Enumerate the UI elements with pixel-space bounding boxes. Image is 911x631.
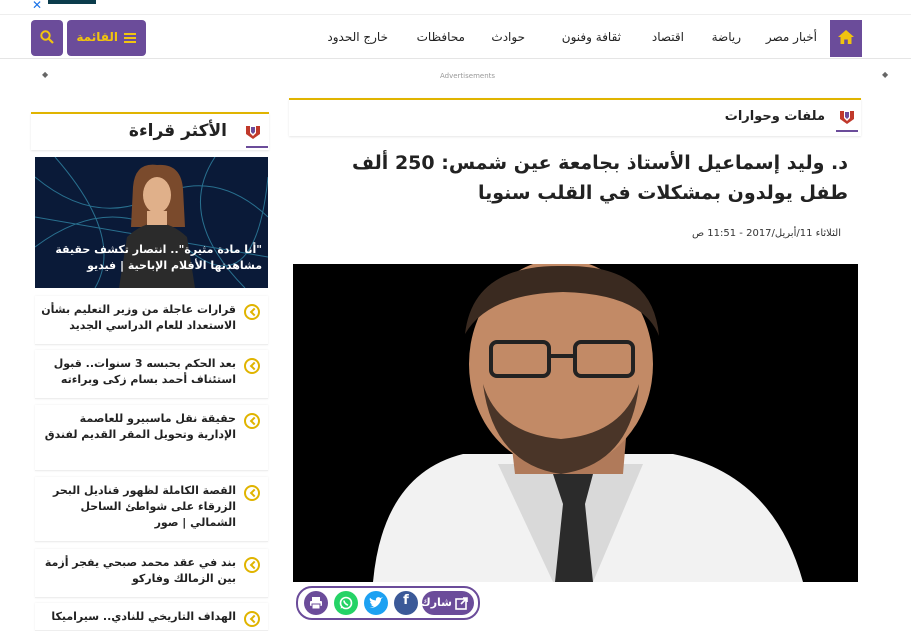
facebook-icon[interactable]: f xyxy=(394,591,418,615)
article-date: الثلاثاء 11/أبريل/2017 - 11:51 ص xyxy=(692,228,841,239)
search-button[interactable] xyxy=(31,20,63,56)
advertisements-label: Advertisements xyxy=(440,72,496,80)
featured-news-card[interactable]: "أنا مادة مثيرة".. انتصار تكشف حقيقة مشا… xyxy=(35,157,268,288)
share-label: شارك xyxy=(420,596,452,609)
site-logo-icon xyxy=(246,126,260,139)
chevron-left-icon xyxy=(244,611,260,627)
ad-close-icon[interactable]: ✕ xyxy=(32,0,42,12)
ad-scroll-icon[interactable]: ◆ xyxy=(42,70,48,79)
nav-link-sports[interactable]: رياضة xyxy=(712,30,741,44)
chevron-left-icon xyxy=(244,557,260,573)
chevron-left-icon xyxy=(244,413,260,429)
home-button[interactable] xyxy=(830,20,862,57)
nav-link-abroad[interactable]: خارج الحدود xyxy=(327,30,388,44)
list-item-title: قرارات عاجلة من وزير التعليم بشأن الاستع… xyxy=(41,303,236,332)
most-read-title: الأكثر قراءة xyxy=(128,121,227,141)
list-item-title: حقيقة نقل ماسبيرو للعاصمة الإدارية وتحوي… xyxy=(44,412,236,441)
article-photo xyxy=(293,264,858,582)
nav-link-egypt-news[interactable]: أخبار مصر xyxy=(766,30,817,44)
list-item[interactable]: حقيقة نقل ماسبيرو للعاصمة الإدارية وتحوي… xyxy=(35,405,268,471)
chevron-left-icon xyxy=(244,304,260,320)
whatsapp-icon[interactable] xyxy=(334,591,358,615)
chevron-left-icon xyxy=(244,358,260,374)
list-item-title: بعد الحكم بحبسه 3 سنوات.. قبول استئناف أ… xyxy=(53,357,236,386)
section-underline xyxy=(836,130,858,132)
nav-link-economy[interactable]: اقتصاد xyxy=(652,30,684,44)
ad-scroll-icon[interactable]: ◆ xyxy=(882,70,888,79)
list-item[interactable]: بعد الحكم بحبسه 3 سنوات.. قبول استئناف أ… xyxy=(35,350,268,399)
home-icon xyxy=(838,30,854,44)
list-item[interactable]: الهداف التاريخي للنادي.. سيراميكا xyxy=(35,603,268,631)
share-bar: شارك f xyxy=(296,586,480,620)
chevron-left-icon xyxy=(244,485,260,501)
article-title: د. وليد إسماعيل الأستاذ بجامعة عين شمس: … xyxy=(352,152,848,204)
most-read-header: الأكثر قراءة xyxy=(31,112,269,150)
twitter-icon[interactable] xyxy=(364,591,388,615)
section-title[interactable]: ملفات وحوارات xyxy=(725,109,825,124)
top-ad-strip: ✕ xyxy=(0,0,911,15)
featured-caption: "أنا مادة مثيرة".. انتصار تكشف حقيقة مشا… xyxy=(55,243,262,272)
menu-label: القائمة xyxy=(76,30,118,44)
list-item[interactable]: بند في عقد محمد صبحي يفجر أزمة بين الزما… xyxy=(35,549,268,598)
share-button[interactable]: شارك xyxy=(420,591,474,615)
site-logo-icon xyxy=(840,111,854,124)
nav-link-accidents[interactable]: حوادث xyxy=(491,30,525,44)
hamburger-icon xyxy=(124,33,136,45)
search-icon xyxy=(40,30,54,44)
print-icon[interactable] xyxy=(304,591,328,615)
share-icon xyxy=(455,597,468,610)
list-item[interactable]: قرارات عاجلة من وزير التعليم بشأن الاستع… xyxy=(35,296,268,345)
list-item-title: بند في عقد محمد صبحي يفجر أزمة بين الزما… xyxy=(44,556,236,585)
nav-link-governorates[interactable]: محافظات xyxy=(417,30,465,44)
section-underline xyxy=(246,146,268,148)
doctor-portrait xyxy=(293,264,858,582)
menu-button[interactable]: القائمة xyxy=(67,20,146,56)
section-header: ملفات وحوارات xyxy=(289,98,861,136)
list-item-title: القصة الكاملة لظهور قناديل البحر الزرقاء… xyxy=(53,484,236,529)
nav-link-culture[interactable]: ثقافة وفنون xyxy=(562,30,621,44)
list-item-title: الهداف التاريخي للنادي.. سيراميكا xyxy=(51,610,236,623)
list-item[interactable]: القصة الكاملة لظهور قناديل البحر الزرقاء… xyxy=(35,477,268,542)
ad-banner[interactable] xyxy=(48,0,96,4)
